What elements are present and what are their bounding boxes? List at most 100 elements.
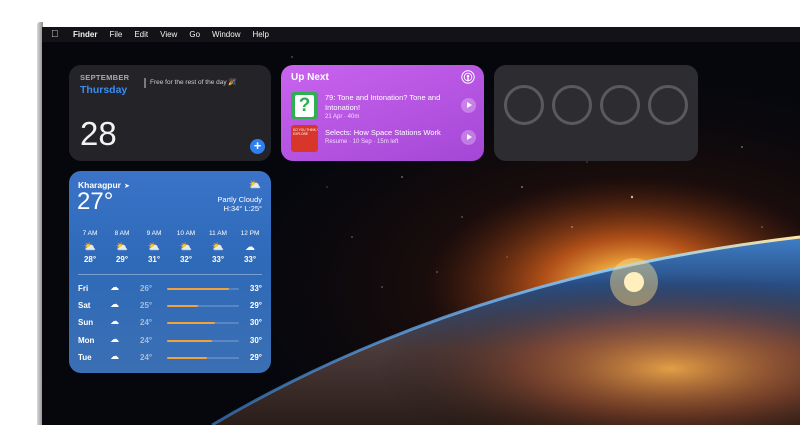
episode-meta: Resume · 10 Sep · 15m left [325,139,399,145]
temperature-range-bar [167,322,239,325]
temperature-range-bar [167,288,239,290]
partly-cloudy-icon: ⛅ [248,180,261,191]
apple-logo-icon[interactable]:  [51,27,65,42]
forecast-row: Sun ☁ 24° 30° [69,315,271,332]
menu-file[interactable]: File [109,27,122,42]
calendar-event-text: Free for the rest of the day 🎉 [150,79,237,86]
temperature-range-bar [167,305,239,308]
hour-item: 9 AM ⛅ 31° [138,230,170,264]
battery-ring-icon [648,85,688,125]
temperature-range-fill [167,339,213,342]
desktop:  Finder File Edit View Go Window Help S… [42,27,800,425]
plus-icon: + [253,138,262,153]
menu-finder[interactable]: Finder [73,27,97,42]
hour-item: 7 AM ⛅ 28° [74,230,106,264]
episode-title[interactable]: 79: Tone and Intonation? Tone and Intona… [325,93,450,112]
temperature-range-fill [167,288,229,290]
forecast-high: 30° [249,335,262,345]
hour-item: 10 AM ⛅ 32° [170,230,202,264]
forecast-day: Tue [78,352,92,362]
calendar-widget[interactable]: SEPTEMBER Thursday 28 Free for the rest … [69,65,271,161]
forecast-day: Sun [78,318,94,328]
temperature-range-fill [167,305,198,308]
episode-title[interactable]: Selects: How Space Stations Work [325,128,450,138]
forecast-row: Fri ☁ 26° 33° [69,281,271,298]
podcasts-widget[interactable]: Up Next ? 79: Tone and Intonation? Tone … [281,65,484,161]
temperature-range-fill [167,356,207,359]
forecast-row: Tue ☁ 24° 29° [69,350,271,367]
forecast-high: 29° [249,352,262,362]
weather-condition: Partly Cloudy [217,195,262,204]
cloud-icon: ☁ [110,350,119,361]
menu-go[interactable]: Go [189,27,200,42]
menu-window[interactable]: Window [212,27,240,42]
forecast-day: Sat [78,301,91,311]
battery-ring-icon [552,85,592,125]
menu-edit[interactable]: Edit [134,27,148,42]
hour-temp: 31° [147,255,161,264]
battery-ring-icon [600,85,640,125]
battery-ring-icon [504,85,544,125]
forecast-low: 24° [140,352,153,362]
forecast-day: Fri [78,284,89,293]
forecast-row: Mon ☁ 24° 30° [69,333,271,350]
hour-temp: 33° [211,255,225,264]
hour-temp: 32° [179,255,193,264]
episode-meta: 21 Apr · 40m [325,114,360,120]
artwork-text: DO YOU THINK / EXPLORE [293,128,318,136]
calendar-month: SEPTEMBER [80,73,130,82]
forecast-low: 26° [140,284,153,293]
play-button[interactable] [461,130,476,145]
calendar-day-number: 28 [80,115,117,152]
forecast-high: 30° [249,318,262,328]
cloud-icon: ☁ [110,316,119,327]
forecast-low: 25° [140,301,153,311]
hour-time: 9 AM [146,230,162,237]
question-mark-artwork: ? [295,95,314,117]
location-arrow-icon: ➤ [123,183,130,190]
cloud-icon: ☁ [110,299,119,310]
menu-view[interactable]: View [160,27,177,42]
episode-artwork[interactable]: DO YOU THINK / EXPLORE [291,125,318,152]
daily-forecast: Fri ☁ 26° 33° Sat ☁ 25° 29° Sun ☁ 24° 30… [69,281,271,367]
add-event-button[interactable]: + [250,139,265,154]
hour-item: 8 AM ⛅ 29° [106,230,138,264]
temperature-range-bar [167,339,239,342]
calendar-weekday: Thursday [80,84,128,96]
forecast-day: Mon [78,335,95,345]
hour-time: 8 AM [114,230,130,237]
temperature-range-bar [167,356,239,359]
hour-time: 7 AM [82,230,98,237]
forecast-low: 24° [140,335,153,345]
hourly-forecast: 7 AM ⛅ 28° 8 AM ⛅ 29° 9 AM ⛅ 31° 10 AM ⛅ 32° 11 … [74,230,266,264]
partly-cloudy-icon: ⛅ [83,242,97,253]
partly-cloudy-icon: ⛅ [179,242,193,253]
hour-time: 12 PM [240,230,260,237]
partly-cloudy-icon: ⛅ [115,242,129,253]
episode-artwork[interactable]: ? [291,92,318,119]
cloud-icon: ☁ [110,333,119,344]
temperature-range-fill [167,322,216,325]
weather-widget[interactable]: Kharagpur ➤ 27° ⛅ Partly Cloudy H:34° L:2… [69,171,271,373]
partly-cloudy-icon: ⛅ [147,242,161,253]
partly-cloudy-icon: ⛅ [211,242,225,253]
cloud-icon: ☁ [110,282,119,292]
hour-temp: 33° [243,255,257,264]
batteries-widget[interactable] [494,65,698,161]
event-divider [144,78,146,88]
cloud-icon: ☁ [245,242,255,253]
forecast-high: 29° [249,301,262,311]
hour-temp: 28° [83,255,97,264]
menu-help[interactable]: Help [252,27,268,42]
forecast-high: 33° [249,284,262,293]
high-low-temperature: H:34° L:25° [223,204,262,213]
menu-bar:  Finder File Edit View Go Window Help [42,27,800,42]
current-temperature: 27° [77,188,114,215]
hour-time: 10 AM [176,230,196,237]
hour-temp: 29° [115,255,129,264]
forecast-low: 24° [140,318,153,328]
hour-item: 12 PM ☁ 33° [234,230,266,264]
forecast-row: Sat ☁ 25° 29° [69,298,271,315]
hour-item: 11 AM ⛅ 33° [202,230,234,264]
play-button[interactable] [461,98,476,113]
